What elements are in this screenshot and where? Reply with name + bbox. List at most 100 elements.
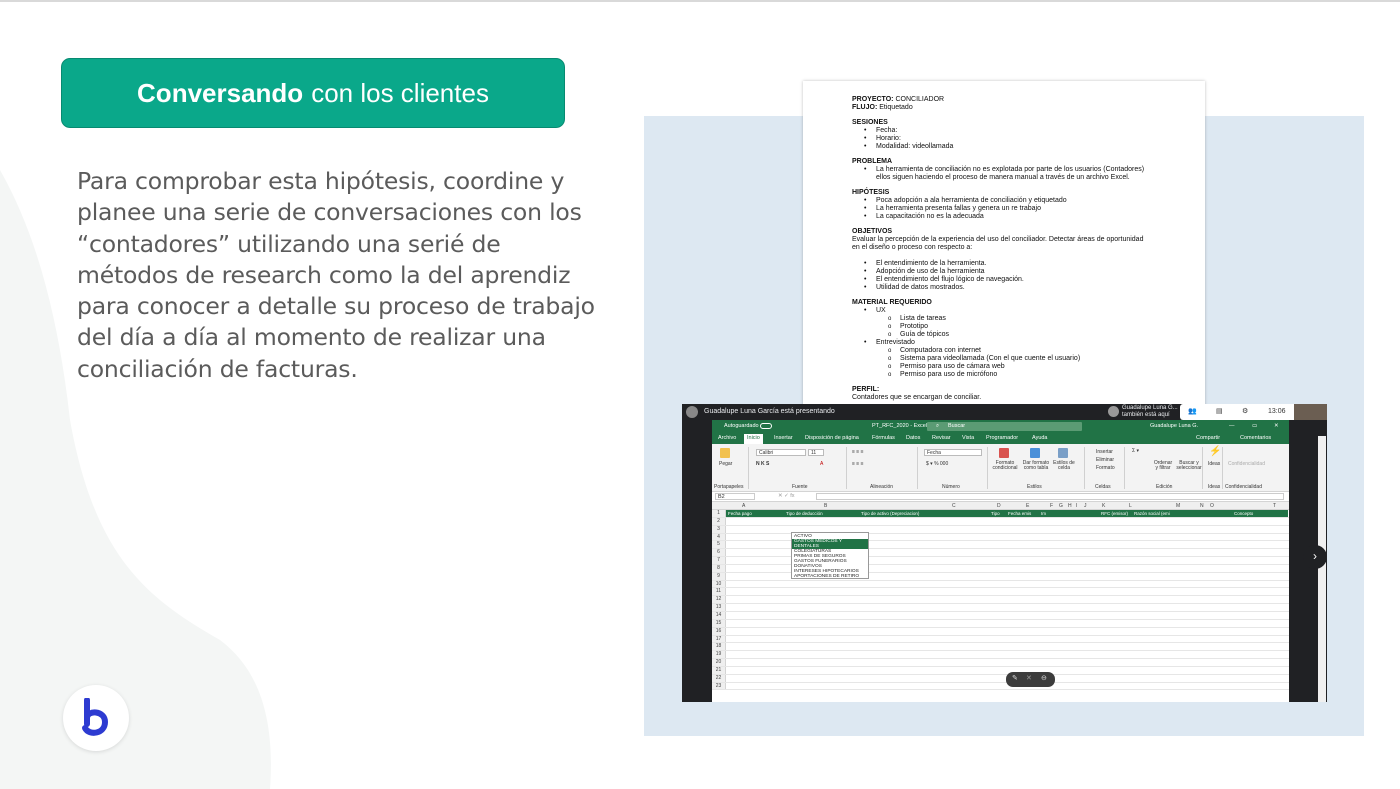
- dropdown-option-selected[interactable]: GASTOS MEDICOS Y DENTALES: [792, 539, 868, 549]
- row-number[interactable]: 16: [712, 627, 726, 635]
- pin-icon[interactable]: ✎: [1012, 674, 1018, 682]
- row-number[interactable]: 2: [712, 517, 726, 525]
- table-row[interactable]: 12: [712, 596, 1289, 605]
- autosave-toggle[interactable]: [760, 423, 772, 429]
- minus-circle-icon[interactable]: ⊖: [1041, 674, 1047, 682]
- bold-button[interactable]: N K S: [756, 461, 769, 467]
- row-number[interactable]: 14: [712, 611, 726, 619]
- vertical-scrollbar[interactable]: [1318, 436, 1326, 702]
- table-row[interactable]: 19: [712, 651, 1289, 660]
- delete-cells[interactable]: Eliminar: [1096, 457, 1114, 463]
- menu-formulas[interactable]: Fórmulas: [872, 435, 895, 441]
- row-number[interactable]: 5: [712, 541, 726, 549]
- paste-icon[interactable]: [720, 448, 730, 458]
- doc-perfil: Contadores que se encargan de conciliar.: [852, 394, 982, 401]
- ideas-icon[interactable]: ⚡: [1209, 446, 1221, 457]
- table-row[interactable]: 23: [712, 682, 1289, 691]
- ideas-label: Ideas: [1208, 461, 1221, 467]
- table-row[interactable]: 21: [712, 666, 1289, 675]
- row-number[interactable]: 1: [712, 510, 726, 517]
- close-icon[interactable]: ✕: [1274, 423, 1279, 429]
- name-box[interactable]: B2: [715, 493, 755, 500]
- cell-styles-icon[interactable]: [1058, 448, 1068, 458]
- deduction-type-dropdown[interactable]: ACTIVO GASTOS MEDICOS Y DENTALES COLEGIA…: [791, 532, 869, 579]
- table-format-icon[interactable]: [1030, 448, 1040, 458]
- font-size-select[interactable]: 11: [808, 449, 824, 456]
- table-row[interactable]: 18: [712, 643, 1289, 652]
- column-headers: A B C D E F G H I J K L M N O T: [712, 502, 1289, 510]
- find-select-label[interactable]: Buscar y seleccionar: [1176, 461, 1202, 471]
- maximize-icon[interactable]: ▭: [1252, 423, 1257, 429]
- menu-inicio[interactable]: Inicio: [744, 434, 763, 444]
- menu-ayuda[interactable]: Ayuda: [1032, 435, 1048, 441]
- row-number[interactable]: 21: [712, 666, 726, 674]
- number-format-select[interactable]: Fecha: [924, 449, 982, 456]
- minimize-icon[interactable]: —: [1229, 423, 1235, 429]
- row-number[interactable]: 7: [712, 557, 726, 564]
- chat-icon[interactable]: ▤: [1216, 407, 1223, 415]
- doc-material-ent-item: Permiso para uso de cámara web: [852, 363, 1152, 371]
- chevron-right-icon[interactable]: ›: [1303, 545, 1327, 569]
- dropdown-option[interactable]: APORTACIONES DE RETIRO: [794, 574, 866, 579]
- row-number[interactable]: 12: [712, 596, 726, 604]
- mute-icon[interactable]: ✕: [1026, 674, 1032, 682]
- conditional-format-label: Formato condicional: [992, 460, 1018, 471]
- activities-icon[interactable]: ⚙: [1242, 407, 1248, 415]
- table-row[interactable]: 15: [712, 619, 1289, 628]
- row-number[interactable]: 4: [712, 533, 726, 541]
- people-icon[interactable]: 👥: [1188, 407, 1197, 415]
- row-number[interactable]: 23: [712, 682, 726, 690]
- currency-icon[interactable]: $ ▾ % 000: [926, 461, 948, 467]
- format-cells[interactable]: Formato: [1096, 465, 1115, 471]
- insert-cells[interactable]: Insertar: [1096, 449, 1113, 455]
- doc-material-ux-item: Lista de tareas: [852, 315, 1152, 323]
- doc-objetivos-title: OBJETIVOS: [852, 228, 893, 235]
- slide-title: Conversando con los clientes: [61, 58, 565, 128]
- align-icons-2[interactable]: ≡ ≡ ≡: [852, 461, 864, 467]
- menu-vista[interactable]: Vista: [962, 435, 974, 441]
- menu-disposicion[interactable]: Disposición de página: [805, 435, 859, 441]
- doc-problema: La herramienta de conciliación no es exp…: [852, 166, 1152, 182]
- table-row[interactable]: 1: [712, 510, 1289, 518]
- table-row[interactable]: 11: [712, 588, 1289, 597]
- table-row[interactable]: 14: [712, 611, 1289, 620]
- row-number[interactable]: 19: [712, 651, 726, 659]
- menu-programador[interactable]: Programador: [986, 435, 1018, 441]
- table-row[interactable]: 22: [712, 674, 1289, 683]
- row-number[interactable]: 13: [712, 604, 726, 611]
- doc-objetivos-item: Utilidad de datos mostrados.: [852, 284, 1152, 292]
- comments-button[interactable]: Comentarios: [1240, 435, 1271, 441]
- menu-revisar[interactable]: Revisar: [932, 435, 951, 441]
- align-icons[interactable]: ≡ ≡ ≡: [852, 449, 864, 455]
- menu-datos[interactable]: Datos: [906, 435, 920, 441]
- row-number[interactable]: 11: [712, 588, 726, 596]
- table-row[interactable]: 10: [712, 580, 1289, 589]
- formula-input[interactable]: [816, 493, 1284, 500]
- font-color-icon[interactable]: A: [820, 461, 823, 467]
- sort-filter-label[interactable]: Ordenar y filtrar: [1152, 461, 1174, 471]
- row-number[interactable]: 3: [712, 525, 726, 533]
- row-number[interactable]: 8: [712, 564, 726, 572]
- row-number[interactable]: 17: [712, 635, 726, 643]
- table-row[interactable]: 2: [712, 517, 1289, 526]
- row-number[interactable]: 22: [712, 674, 726, 682]
- row-number[interactable]: 9: [712, 572, 726, 580]
- table-row[interactable]: 16: [712, 627, 1289, 636]
- share-button[interactable]: Compartir: [1196, 435, 1220, 441]
- table-row[interactable]: 13: [712, 604, 1289, 612]
- menu-archivo[interactable]: Archivo: [718, 435, 736, 441]
- doc-material-ent-item: Sistema para videollamada (Con el que cu…: [852, 355, 1152, 363]
- table-row[interactable]: 17: [712, 635, 1289, 644]
- row-number[interactable]: 20: [712, 659, 726, 666]
- menu-insertar[interactable]: Insertar: [774, 435, 793, 441]
- sum-icon[interactable]: Σ ▾: [1132, 448, 1139, 454]
- row-number[interactable]: 15: [712, 619, 726, 627]
- row-number[interactable]: 6: [712, 549, 726, 557]
- table-row[interactable]: 20: [712, 659, 1289, 667]
- doc-proyecto: PROYECTO: CONCILIADOR: [852, 96, 945, 103]
- row-number[interactable]: 18: [712, 643, 726, 651]
- doc-objetivos-item: El entendimiento de la herramienta.: [852, 260, 1152, 268]
- row-number[interactable]: 10: [712, 580, 726, 588]
- font-select[interactable]: Calibri: [756, 449, 806, 456]
- conditional-format-icon[interactable]: [999, 448, 1009, 458]
